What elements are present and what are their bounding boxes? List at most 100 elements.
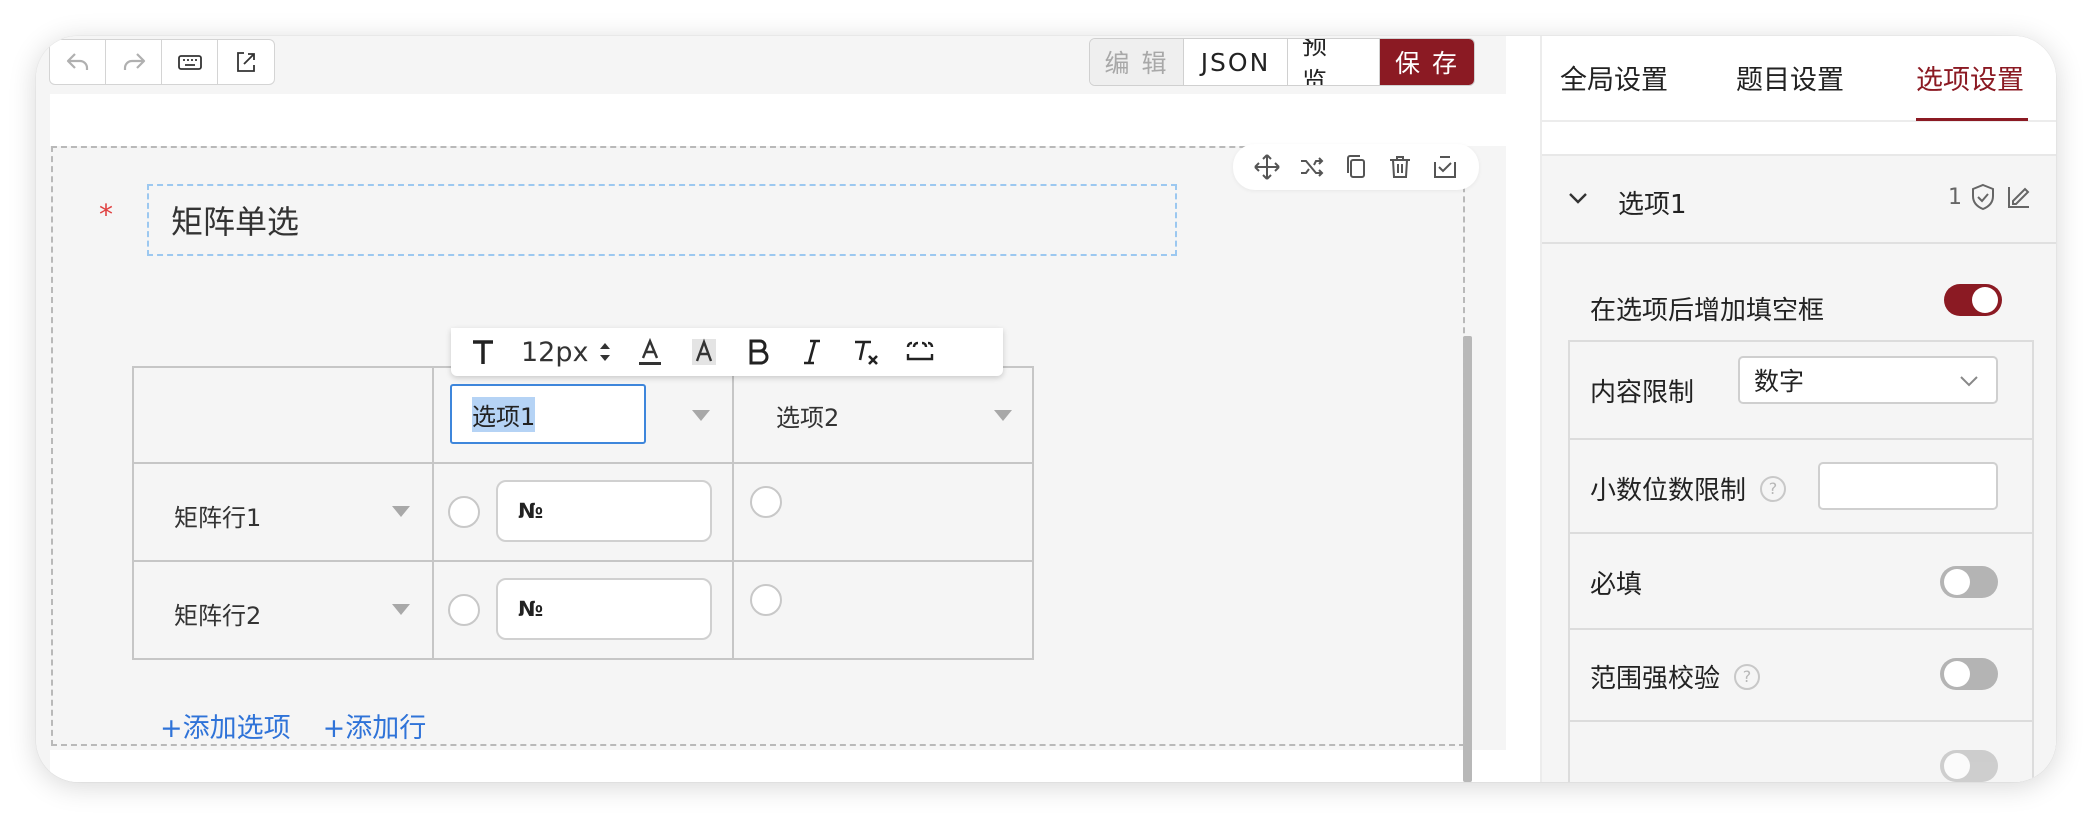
required-setting: 必填: [1570, 534, 2032, 630]
chevron-down-icon[interactable]: [1566, 186, 1590, 210]
font-size-select[interactable]: 12px: [521, 332, 612, 372]
decimal-limit-label: 小数位数限制 ?: [1590, 470, 1787, 507]
column-label-text[interactable]: 选项2: [776, 398, 839, 433]
radio-button[interactable]: [750, 584, 782, 616]
italic-button[interactable]: [796, 332, 828, 372]
option-group-title: 选项1: [1618, 190, 1687, 220]
blank-fill-input[interactable]: №: [496, 578, 712, 640]
fill-blank-toggle[interactable]: [1944, 284, 2002, 316]
matrix-cell: [732, 462, 1034, 562]
option-group-header[interactable]: 选项1 1: [1542, 154, 2056, 244]
content-limit-setting: 内容限制 数字: [1570, 342, 2032, 440]
bold-icon: [749, 339, 769, 365]
question-title[interactable]: 矩阵单选: [147, 184, 1177, 256]
json-mode-button[interactable]: JSON: [1184, 39, 1288, 85]
question-actions: [1233, 144, 1479, 190]
decimal-limit-input[interactable]: [1818, 462, 1998, 510]
font-color-button[interactable]: [634, 332, 666, 372]
row-label-text[interactable]: 矩阵行1: [174, 498, 261, 533]
shield-check-icon[interactable]: [1968, 182, 1998, 212]
decimal-limit-setting: 小数位数限制 ?: [1570, 440, 2032, 534]
blank-fill-input[interactable]: №: [496, 480, 712, 542]
active-tab-indicator: [1916, 118, 2028, 121]
help-icon[interactable]: ?: [1734, 663, 1761, 690]
keyboard-button[interactable]: [162, 40, 218, 84]
matrix-row-header[interactable]: 矩阵行2: [132, 560, 434, 660]
matrix-column-header[interactable]: 选项2: [732, 366, 1034, 464]
content-limit-label: 内容限制: [1590, 378, 1695, 408]
radio-button[interactable]: [750, 486, 782, 518]
text-format-toolbar: 12px: [451, 328, 1003, 376]
undo-button[interactable]: [50, 40, 106, 84]
required-mark: *: [99, 198, 113, 231]
app-window: 编 辑 JSON 预 览 保 存 * 矩阵单选 12px 选项1 选项2 矩阵行…: [36, 36, 2056, 782]
shuffle-icon[interactable]: [1297, 152, 1327, 182]
fill-blank-setting: 在选项后增加填空框: [1542, 270, 2056, 334]
radio-button[interactable]: [448, 496, 480, 528]
keyboard-icon: [177, 55, 202, 70]
save-button[interactable]: 保 存: [1380, 39, 1474, 85]
content-limit-value: 数字: [1754, 367, 1805, 396]
matrix-table: 选项1 选项2 矩阵行1 № 矩阵行2 №: [132, 366, 1034, 660]
range-check-toggle[interactable]: [1940, 658, 1998, 690]
save-template-icon[interactable]: [1430, 152, 1460, 182]
insert-blank-button[interactable]: [904, 332, 936, 372]
matrix-column-header[interactable]: 选项1: [432, 366, 734, 464]
fill-blank-label: 在选项后增加填空框: [1590, 296, 1825, 326]
option-count: 1: [1948, 184, 1962, 210]
preview-mode-button[interactable]: 预 览: [1288, 39, 1380, 85]
redo-icon: [123, 53, 145, 70]
copy-icon[interactable]: [1341, 152, 1371, 182]
redo-button[interactable]: [106, 40, 162, 84]
add-option-link[interactable]: +添加选项: [160, 706, 291, 745]
export-button[interactable]: [218, 40, 274, 84]
stepper-icon: [600, 343, 611, 361]
matrix-cell: №: [432, 560, 734, 660]
settings-tabs: 全局设置 题目设置 选项设置: [1542, 36, 2056, 122]
tab-question-settings[interactable]: 题目设置: [1736, 58, 1844, 97]
mode-switch: 编 辑 JSON 预 览 保 存: [1089, 38, 1475, 86]
editor-canvas: 编 辑 JSON 预 览 保 存 * 矩阵单选 12px 选项1 选项2 矩阵行…: [36, 36, 1506, 782]
move-icon[interactable]: [1252, 152, 1282, 182]
matrix-row-header[interactable]: 矩阵行1: [132, 462, 434, 562]
bold-button[interactable]: [742, 332, 774, 372]
required-label: 必填: [1590, 570, 1643, 600]
partial-toggle[interactable]: [1940, 750, 1998, 782]
column-label-input[interactable]: 选项1: [450, 384, 646, 444]
italic-icon: [804, 339, 821, 365]
option-group-badges: 1: [1948, 182, 2034, 212]
chevron-down-icon[interactable]: [692, 410, 710, 421]
chevron-down-icon[interactable]: [392, 506, 410, 517]
column-label-text: 选项1: [472, 396, 536, 432]
clear-format-icon: [855, 340, 879, 365]
row-label-text[interactable]: 矩阵行2: [174, 596, 261, 631]
tab-option-settings[interactable]: 选项设置: [1916, 58, 2024, 97]
radio-button[interactable]: [448, 594, 480, 626]
matrix-corner-cell: [132, 366, 434, 464]
option-group-body: 在选项后增加填空框 内容限制 数字 小数位数限制 ? 必填 范围强校验 ?: [1542, 244, 2056, 782]
blank-settings-box: 内容限制 数字 小数位数限制 ? 必填 范围强校验 ?: [1568, 340, 2034, 782]
font-color-icon: [639, 337, 662, 365]
matrix-cell: [732, 560, 1034, 660]
question-block[interactable]: * 矩阵单选 12px 选项1 选项2 矩阵行1 № 矩阵行2 №: [51, 144, 1479, 746]
highlight-icon: [692, 338, 717, 365]
edit-mode-button[interactable]: 编 辑: [1090, 39, 1184, 85]
delete-icon[interactable]: [1385, 152, 1415, 182]
text-style-button[interactable]: [467, 332, 499, 372]
matrix-cell: №: [432, 462, 734, 562]
undo-icon: [66, 53, 88, 70]
editor-toolbar: 编 辑 JSON 预 览 保 存: [36, 36, 1506, 94]
content-limit-select[interactable]: 数字: [1738, 356, 1998, 404]
clear-format-button[interactable]: [850, 332, 882, 372]
required-toggle[interactable]: [1940, 566, 1998, 598]
add-row-link[interactable]: +添加行: [323, 706, 427, 745]
tab-global-settings[interactable]: 全局设置: [1560, 58, 1668, 97]
highlight-button[interactable]: [688, 332, 720, 372]
chevron-down-icon[interactable]: [994, 410, 1012, 421]
text-icon: [473, 340, 493, 364]
range-check-text: 范围强校验: [1590, 664, 1721, 694]
edit-list-icon[interactable]: [2004, 182, 2034, 212]
help-icon[interactable]: ?: [1760, 475, 1787, 502]
range-check-setting: 范围强校验 ?: [1570, 630, 2032, 722]
chevron-down-icon[interactable]: [392, 604, 410, 615]
